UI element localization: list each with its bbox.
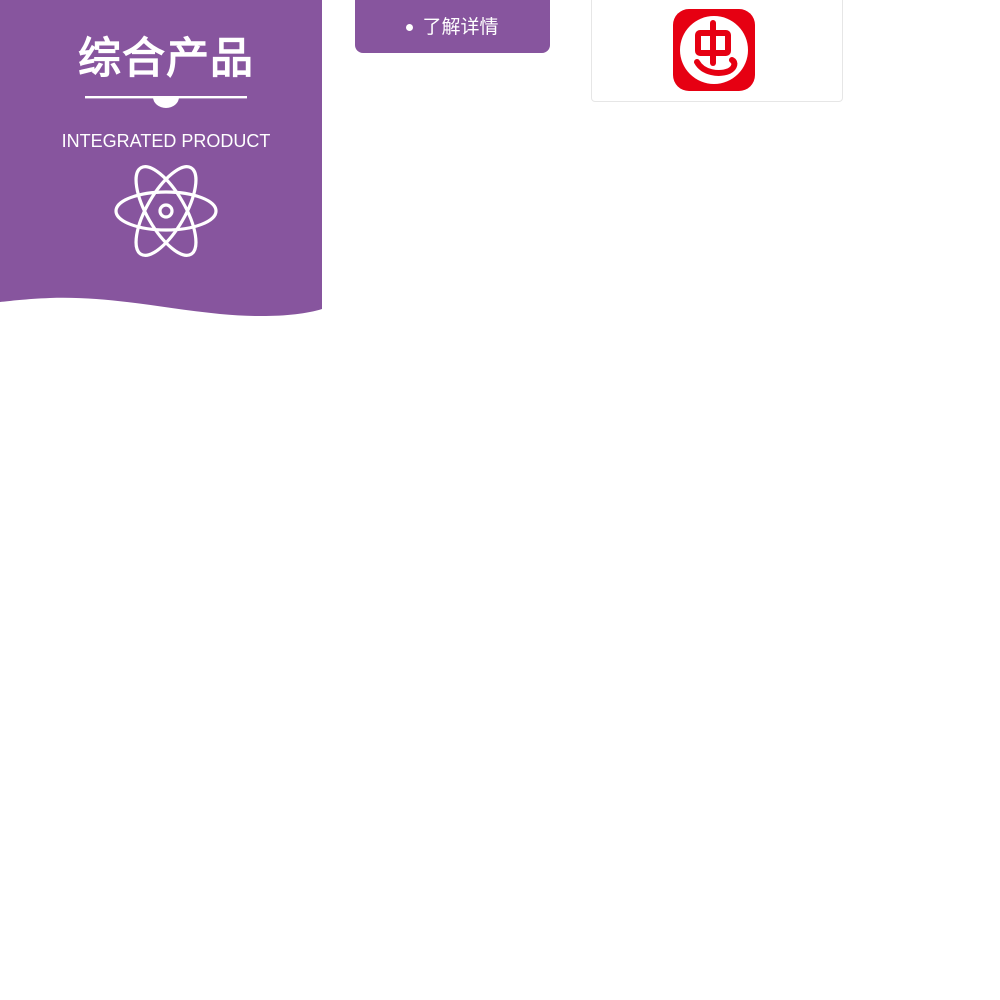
bullet-dot-icon — [406, 23, 414, 31]
app-card[interactable] — [591, 0, 843, 102]
page-stage: 综合产品 INTEGRATED PRODUCT 了解详情 — [0, 0, 1000, 1000]
category-subtitle: INTEGRATED PRODUCT — [61, 131, 271, 151]
category-title: 综合产品 — [78, 34, 254, 84]
learn-more-button[interactable]: 了解详情 — [355, 0, 550, 53]
title-divider — [85, 96, 247, 108]
category-panel[interactable]: 综合产品 INTEGRATED PRODUCT — [0, 0, 322, 320]
atom-icon — [114, 165, 218, 257]
red-app-logo-icon — [673, 9, 755, 91]
learn-more-label: 了解详情 — [422, 15, 499, 38]
